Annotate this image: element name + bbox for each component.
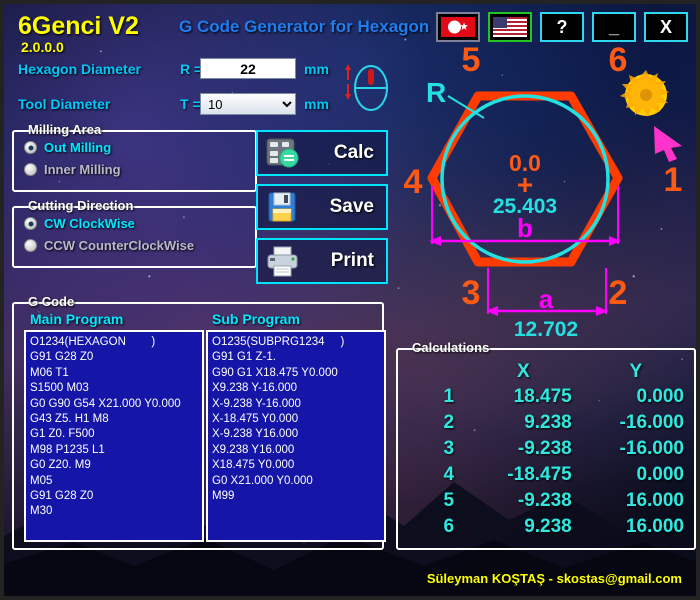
cell-y: -16.000 (619, 438, 684, 459)
calculations-table: X Y 1 18.475 0.000 2 9.238 -16.000 3 -9.… (402, 360, 690, 540)
printer-icon (267, 246, 298, 277)
radio-inner-milling[interactable]: Inner Milling (24, 162, 121, 177)
minimize-icon: _ (608, 16, 619, 37)
vertex-label-5: 5 (462, 46, 481, 79)
vertex-label-1: 1 (664, 161, 683, 199)
table-row: 6 9.238 16.000 (402, 514, 690, 540)
radio-ccw[interactable]: CCW CounterClockWise (24, 238, 194, 253)
tool-diameter-label: Tool Diameter (18, 96, 111, 112)
footer-credit: Süleyman KOŞTAŞ - skostas@gmail.com (426, 571, 682, 586)
header-y: Y (629, 361, 643, 382)
hexagon-diameter-input[interactable] (200, 58, 296, 79)
cell-x: -9.238 (517, 438, 572, 459)
tool-diameter-unit: mm (304, 96, 329, 112)
arrow-left-icon (429, 236, 441, 246)
lang-tr-button[interactable] (436, 12, 480, 42)
calculator-icon (266, 138, 299, 168)
cell-x: 9.238 (524, 412, 572, 433)
table-row: 5 -9.238 16.000 (402, 488, 690, 514)
cell-x: 9.238 (524, 516, 572, 537)
cutting-direction-title: Cutting Direction (28, 198, 134, 213)
hexagon-diameter-symbol: R = (180, 61, 203, 77)
vertex-label-3: 3 (462, 274, 481, 312)
floppy-disk-icon (268, 192, 296, 222)
cell-x: -18.475 (507, 464, 572, 485)
mouse-scroll-hint-icon (345, 64, 388, 111)
cell-y: -16.000 (619, 412, 684, 433)
app-subtitle: G Code Generator for Hexagon (179, 17, 430, 36)
radio-out-milling-label: Out Milling (44, 140, 112, 155)
radio-selected-icon (24, 217, 37, 230)
sub-program-textarea[interactable]: O1235(SUBPRG1234 ) G91 G1 Z-1. G90 G1 X1… (206, 330, 386, 542)
radio-unselected-icon (24, 163, 37, 176)
tool-diameter-symbol: T = (180, 96, 201, 112)
cell-y: 0.000 (636, 386, 684, 407)
cell-x: -9.238 (517, 490, 572, 511)
vertex-label-6: 6 (609, 46, 628, 79)
calc-button-label: Calc (333, 142, 374, 163)
lang-en-button[interactable] (488, 12, 532, 42)
app-version: 2.0.0.0 (21, 39, 64, 55)
close-button[interactable]: X (644, 12, 688, 42)
cell-index: 5 (443, 490, 455, 511)
sub-program-title: Sub Program (212, 311, 300, 327)
table-header-row: X Y (402, 360, 690, 384)
hexagon-diameter-unit: mm (304, 61, 329, 77)
help-button[interactable]: ? (540, 12, 584, 42)
vertex-label-2: 2 (609, 274, 628, 312)
question-icon: ? (556, 16, 568, 37)
main-program-textarea[interactable]: O1234(HEXAGON ) G91 G28 Z0 M06 T1 S1500 … (24, 330, 204, 542)
titlebar-buttons: ? _ X (436, 12, 688, 42)
turkish-flag-icon (441, 17, 475, 37)
milling-area-group: Milling Area Out Milling Inner Milling (12, 122, 257, 192)
header-x: X (517, 361, 530, 382)
radio-ccw-label: CCW CounterClockWise (44, 238, 195, 253)
side-dim-label: a (539, 284, 554, 314)
cell-index: 3 (443, 438, 455, 459)
cell-index: 6 (443, 516, 455, 537)
close-icon: X (659, 16, 672, 37)
gcode-title: G Code (28, 294, 75, 309)
main-program-title: Main Program (30, 311, 124, 327)
radio-out-milling[interactable]: Out Milling (24, 140, 111, 155)
print-button-label: Print (330, 250, 374, 271)
us-flag-icon (493, 17, 527, 37)
calc-button[interactable]: Calc (256, 130, 388, 176)
print-button[interactable]: Print (256, 238, 388, 284)
save-button-label: Save (329, 196, 374, 217)
cell-index: 4 (443, 464, 455, 485)
pointer-arrow-icon (654, 126, 682, 162)
cell-index: 2 (443, 412, 455, 433)
table-row: 4 -18.475 0.000 (402, 462, 690, 488)
radio-selected-icon (24, 141, 37, 154)
hexagon-diagram: R 1 2 3 4 5 6 0.0 + 25.403 b a 12.702 (404, 46, 683, 341)
radius-label: R (426, 77, 446, 108)
cell-index: 1 (443, 386, 455, 407)
table-row: 1 18.475 0.000 (402, 384, 690, 410)
milling-area-title: Milling Area (28, 122, 102, 137)
minimize-button[interactable]: _ (592, 12, 636, 42)
arrow-right-icon (609, 236, 621, 246)
cell-y: 16.000 (625, 516, 684, 537)
tool-diameter-select[interactable]: 10 (200, 93, 296, 115)
radio-cw-label: CW ClockWise (44, 216, 135, 231)
side-value: 12.702 (514, 318, 578, 341)
table-row: 2 9.238 -16.000 (402, 410, 690, 436)
app-title: 6Genci V2 (18, 12, 139, 40)
cutting-direction-group: Cutting Direction CW ClockWise CCW Count… (12, 198, 257, 268)
save-button[interactable]: Save (256, 184, 388, 230)
radio-unselected-icon (24, 239, 37, 252)
application-window: 6Genci V2 2.0.0.0 G Code Generator for H… (0, 0, 700, 600)
radio-inner-milling-label: Inner Milling (44, 162, 121, 177)
cell-y: 0.000 (636, 464, 684, 485)
cell-x: 18.475 (513, 386, 572, 407)
width-dim-label: b (517, 213, 533, 243)
vertex-label-4: 4 (404, 163, 423, 201)
cell-y: 16.000 (625, 490, 684, 511)
hexagon-diameter-label: Hexagon Diameter (18, 61, 141, 77)
table-row: 3 -9.238 -16.000 (402, 436, 690, 462)
radio-cw[interactable]: CW ClockWise (24, 216, 135, 231)
